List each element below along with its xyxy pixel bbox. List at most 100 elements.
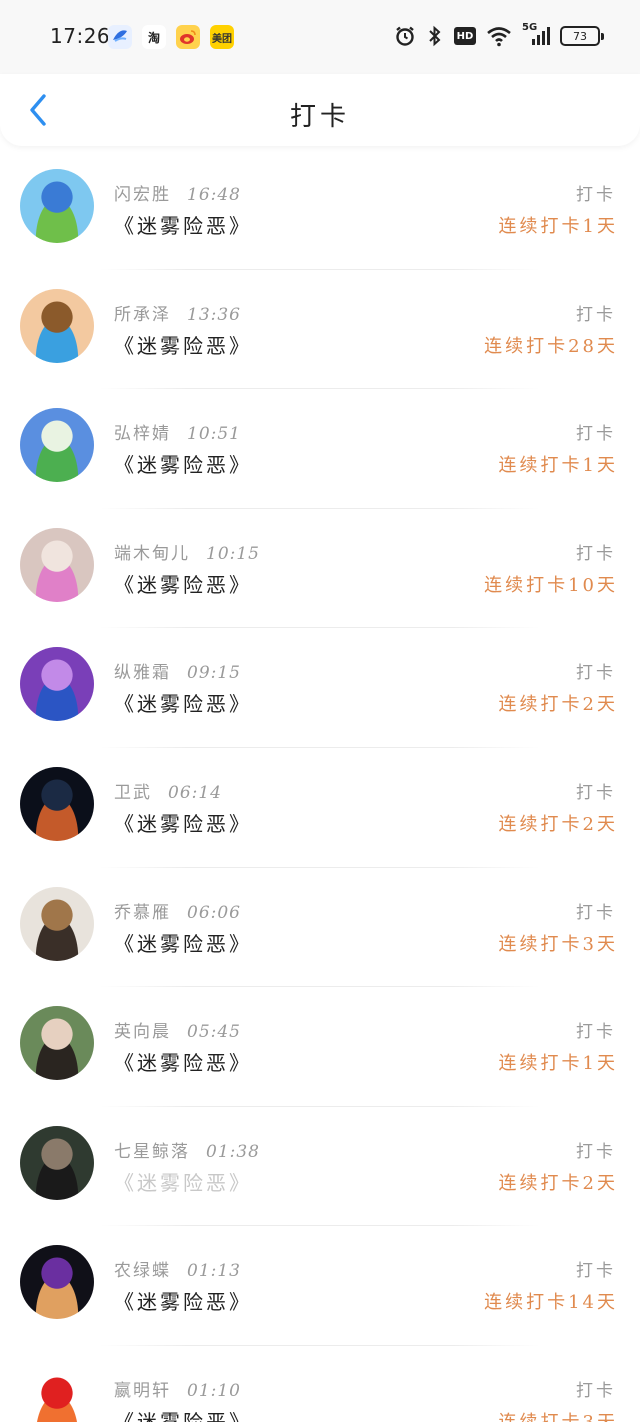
checkin-time: 06:06 [187,902,241,923]
book-title[interactable]: 《迷雾险恶》 [114,1406,252,1422]
user-name[interactable]: 纵雅霜 [114,663,171,683]
book-title[interactable]: 《迷雾险恶》 [114,210,252,239]
checkin-time: 10:51 [187,424,241,445]
user-info: 弘梓婧 10:51 [114,419,241,444]
user-name[interactable]: 闪宏胜 [114,185,171,205]
checkin-time: 10:15 [206,543,260,564]
avatar[interactable] [20,647,94,722]
checkin-label: 打卡 [576,1261,616,1282]
streak-count: 连续打卡1天 [498,455,618,477]
user-info: 农绿蝶 01:13 [114,1256,241,1281]
avatar[interactable] [20,1006,94,1081]
book-title[interactable]: 《迷雾险恶》 [114,1047,252,1076]
checkin-time: 01:10 [187,1380,241,1401]
notification-app-icons: 淘 美团 [108,25,234,49]
list-item[interactable]: 弘梓婧 10:51 《迷雾险恶》 打卡连续打卡1天 [0,389,640,509]
alarm-icon [394,24,416,48]
list-item[interactable]: 乔慕雁 06:06 《迷雾险恶》 打卡连续打卡3天 [0,868,640,988]
bluetooth-icon [426,24,444,48]
status-bar: 17:26 淘 美团 HD 5G 73 [0,0,640,74]
checkin-label: 打卡 [576,1141,616,1162]
avatar[interactable] [20,1125,94,1200]
user-info: 闪宏胜 16:48 [114,180,241,205]
checkin-label: 打卡 [576,424,616,445]
user-name[interactable]: 弘梓婧 [114,424,171,444]
checkin-label: 打卡 [576,185,616,205]
list-item[interactable]: 英向晨 05:45 《迷雾险恶》 打卡连续打卡1天 [0,987,640,1107]
user-name[interactable]: 卫武 [114,783,152,803]
book-title[interactable]: 《迷雾险恶》 [114,928,252,957]
checkin-label: 打卡 [576,1022,616,1043]
book-title[interactable]: 《迷雾险恶》 [114,569,252,598]
page-header: 打卡 [0,74,640,146]
user-info: 乔慕雁 06:06 [114,898,241,923]
user-name[interactable]: 农绿蝶 [114,1261,171,1281]
user-info: 端木甸儿 10:15 [114,539,260,564]
cellular-signal-icon: 5G [522,22,550,48]
checkin-label: 打卡 [576,663,616,684]
user-info: 七星鲸落 01:38 [114,1137,260,1162]
book-title[interactable]: 《迷雾险恶》 [114,1167,252,1196]
taobao-icon: 淘 [142,25,166,49]
user-name[interactable]: 所承泽 [114,305,171,325]
streak-count: 连续打卡1天 [498,1053,618,1075]
book-title[interactable]: 《迷雾险恶》 [114,1286,252,1315]
checkin-label: 打卡 [576,543,616,564]
user-info: 纵雅霜 09:15 [114,658,241,683]
status-indicators: HD 5G 73 [394,22,604,48]
checkin-time: 09:15 [187,663,241,684]
user-name[interactable]: 七星鲸落 [114,1142,190,1162]
checkin-label: 打卡 [576,304,616,325]
weibo-icon [176,25,200,49]
page-title: 打卡 [289,102,350,132]
checkin-label: 打卡 [576,1380,616,1401]
streak-count: 连续打卡10天 [484,574,618,596]
streak-count: 连续打卡28天 [484,335,618,357]
checkin-time: 16:48 [187,185,241,205]
book-title[interactable]: 《迷雾险恶》 [114,688,252,717]
list-item[interactable]: 端木甸儿 10:15 《迷雾险恶》 打卡连续打卡10天 [0,509,640,629]
avatar[interactable] [20,169,94,243]
list-item[interactable]: 纵雅霜 09:15 《迷雾险恶》 打卡连续打卡2天 [0,628,640,748]
user-info: 嬴明轩 01:10 [114,1376,241,1401]
user-info: 卫武 06:14 [114,778,222,803]
book-title[interactable]: 《迷雾险恶》 [114,449,252,478]
list-item[interactable]: 闪宏胜 16:48 《迷雾险恶》 打卡连续打卡1天 [0,150,640,270]
list-item[interactable]: 卫武 06:14 《迷雾险恶》 打卡连续打卡2天 [0,748,640,868]
avatar[interactable] [20,408,94,483]
checkin-label: 打卡 [576,902,616,923]
avatar[interactable] [20,288,94,363]
user-name[interactable]: 乔慕雁 [114,903,171,923]
avatar[interactable] [20,886,94,961]
checkin-time: 01:13 [187,1261,241,1282]
avatar[interactable] [20,1245,94,1320]
list-item[interactable]: 所承泽 13:36 《迷雾险恶》 打卡连续打卡28天 [0,270,640,390]
avatar[interactable] [20,1364,94,1422]
wifi-icon [486,24,512,48]
network-type-label: 5G [522,22,538,33]
streak-count: 连续打卡2天 [498,694,618,716]
meituan-icon: 美团 [210,25,234,49]
user-name[interactable]: 端木甸儿 [114,544,190,564]
avatar[interactable] [20,527,94,602]
user-name[interactable]: 英向晨 [114,1022,171,1042]
user-info: 英向晨 05:45 [114,1017,241,1042]
avatar[interactable] [20,766,94,841]
status-time: 17:26 [50,24,111,48]
user-name[interactable]: 嬴明轩 [114,1381,171,1401]
checkin-label: 打卡 [576,782,616,803]
list-item[interactable]: 嬴明轩 01:10 《迷雾险恶》 打卡连续打卡3天 [0,1346,640,1422]
book-title[interactable]: 《迷雾险恶》 [114,330,252,359]
app-bluebird-icon [108,25,132,49]
battery-icon: 73 [560,26,604,46]
user-info: 所承泽 13:36 [114,300,241,325]
streak-count: 连续打卡1天 [498,216,618,237]
book-title[interactable]: 《迷雾险恶》 [114,808,252,837]
checkin-time: 05:45 [187,1022,241,1043]
checkin-list: 闪宏胜 16:48 《迷雾险恶》 打卡 连续打卡1天 所承泽 13:36 《迷雾险恶》 打卡 连续… [0,150,640,1422]
list-item[interactable]: 七星鲸落 01:38 《迷雾险恶》 打卡连续打卡2天 [0,1107,640,1227]
list-item[interactable]: 农绿蝶 01:13 《迷雾险恶》 打卡 连续打卡14天 [0,1226,640,1346]
streak-count: 连续打卡3天 [498,933,618,955]
streak-count: 连续打卡2天 [498,1172,618,1194]
streak-count: 连续打卡2天 [498,813,618,835]
